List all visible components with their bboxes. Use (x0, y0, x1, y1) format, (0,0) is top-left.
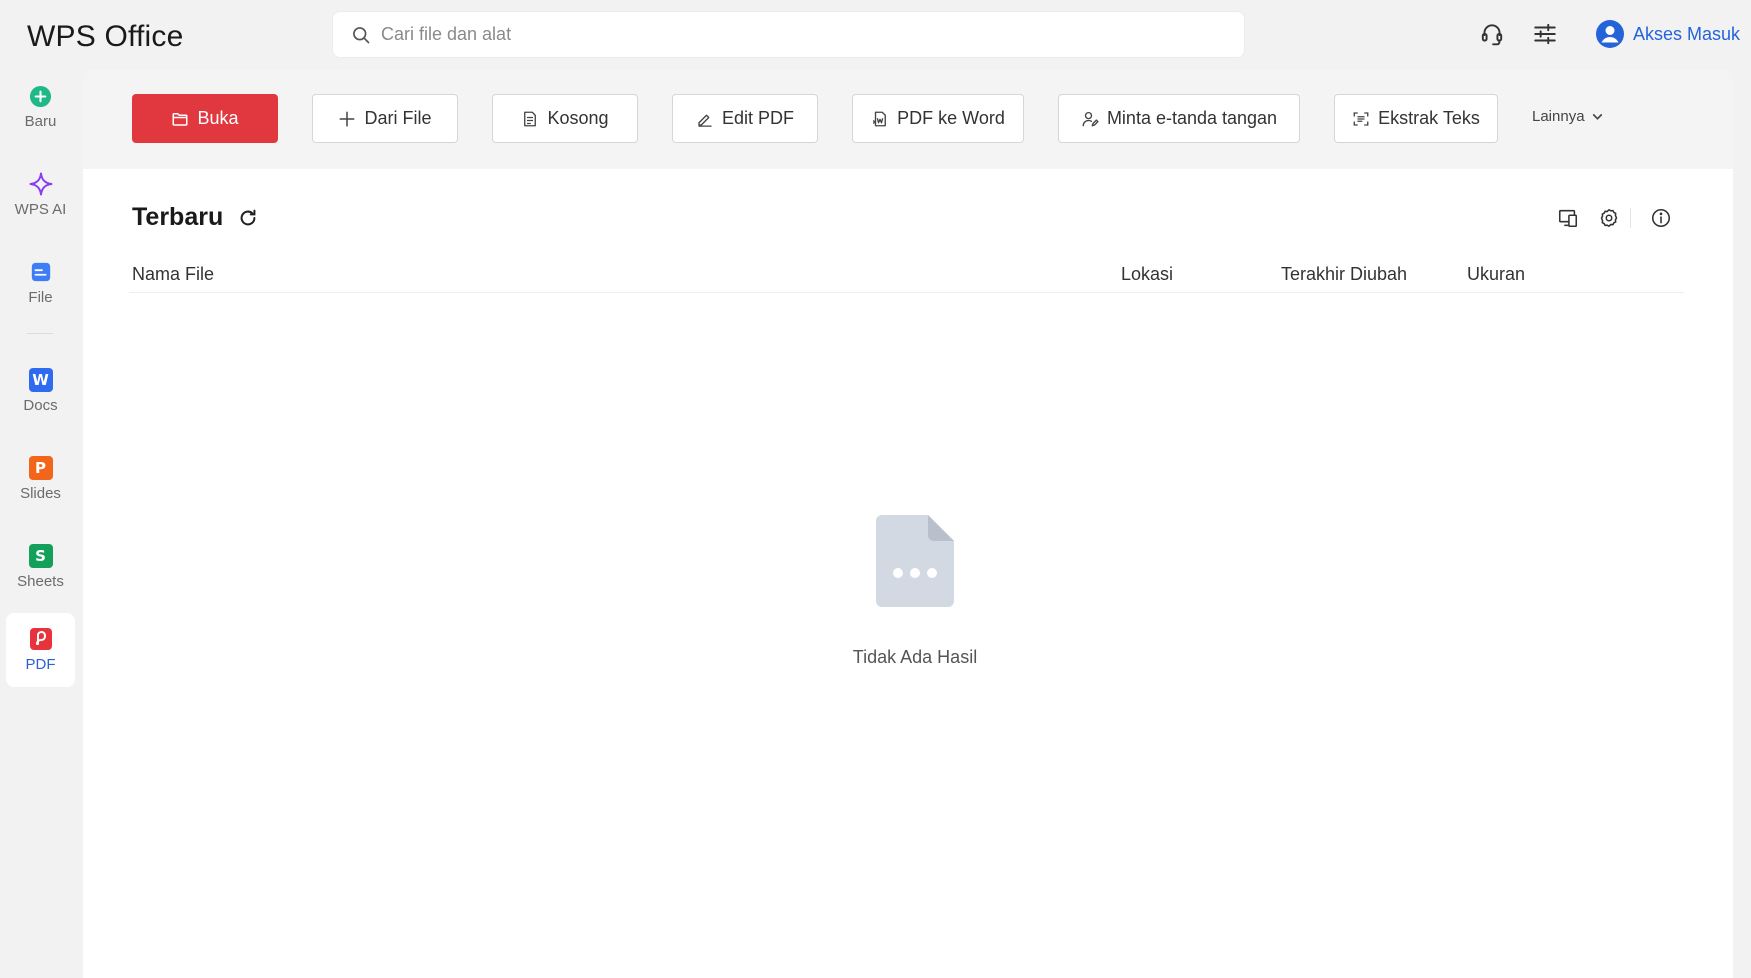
devices-icon (1558, 209, 1578, 228)
sheets-app-icon: S (28, 544, 53, 568)
main-panel: Buka Dari File Kosong Edit PDF PDF ke Wo… (83, 70, 1733, 978)
headset-icon (1481, 24, 1503, 46)
login-label: Akses Masuk (1633, 23, 1741, 44)
pdf-to-word-button-label: PDF ke Word (897, 108, 1005, 128)
gear-icon (1600, 208, 1618, 228)
more-dropdown[interactable]: Lainnya (1532, 108, 1604, 125)
sliders-icon (1534, 23, 1556, 45)
search-icon (353, 26, 370, 43)
text-scan-icon (1353, 111, 1369, 126)
refresh-icon[interactable] (237, 207, 259, 229)
blank-button-label: Kosong (547, 108, 609, 128)
docs-app-icon: W (28, 368, 53, 392)
file-folder-icon (29, 260, 53, 284)
search-input[interactable] (381, 24, 1244, 45)
pdf-to-word-button[interactable]: PDF ke Word (852, 94, 1024, 143)
request-esign-button-label: Minta e-tanda tangan (1106, 108, 1278, 128)
info-icon (1651, 208, 1671, 228)
sidebar-item-label: WPS AI (14, 201, 67, 218)
empty-file-icon (876, 515, 954, 607)
login-button[interactable]: Akses Masuk (1595, 18, 1740, 50)
sparkle-icon (29, 172, 53, 196)
from-file-button-label: Dari File (364, 108, 432, 128)
quick-action-toolbar: Buka Dari File Kosong Edit PDF PDF ke Wo… (83, 70, 1733, 169)
sidebar-item-label: File (28, 289, 53, 306)
chevron-down-icon (1592, 114, 1602, 120)
sidebar-item-slides[interactable]: P Slides (6, 442, 75, 516)
user-sign-icon (1082, 111, 1099, 126)
from-file-button[interactable]: Dari File (312, 94, 458, 143)
more-label: Lainnya (1532, 108, 1585, 125)
column-header-location[interactable]: Lokasi (1121, 264, 1173, 285)
pencil-icon (698, 114, 712, 127)
blank-button[interactable]: Kosong (492, 94, 638, 143)
wps-office-window: WPS Office Akses Masuk Baru WPS AI (0, 0, 1751, 978)
pdf-app-icon (29, 627, 53, 651)
open-button[interactable]: Buka (132, 94, 278, 143)
sidebar-item-label: Docs (23, 397, 58, 414)
edit-pdf-button-label: Edit PDF (721, 108, 795, 128)
folder-icon (172, 112, 188, 126)
slides-app-icon: P (28, 456, 53, 480)
column-header-size[interactable]: Ukuran (1467, 264, 1525, 285)
plus-icon (339, 111, 355, 126)
search-bar[interactable] (332, 11, 1245, 58)
column-header-name[interactable]: Nama File (132, 264, 214, 285)
customer-support-button[interactable] (1478, 20, 1506, 48)
file-table-header: Nama File Lokasi Terakhir Diubah Ukuran (129, 253, 1684, 293)
document-icon (524, 111, 537, 126)
sidebar-item-new[interactable]: Baru (6, 70, 75, 144)
settings-sliders-button[interactable] (1531, 20, 1559, 48)
app-logo: WPS Office (27, 20, 184, 53)
sidebar-divider (27, 333, 53, 334)
extract-text-button-label: Ekstrak Teks (1378, 108, 1480, 128)
info-button[interactable] (1649, 206, 1673, 230)
edit-pdf-button[interactable]: Edit PDF (672, 94, 818, 143)
request-esign-button[interactable]: Minta e-tanda tangan (1058, 94, 1300, 143)
pdf-to-word-icon (872, 111, 887, 126)
extract-text-button[interactable]: Ekstrak Teks (1334, 94, 1498, 143)
empty-state: Tidak Ada Hasil (790, 515, 1040, 668)
column-header-modified[interactable]: Terakhir Diubah (1281, 264, 1407, 285)
sidebar-item-label: PDF (25, 656, 56, 673)
empty-state-text: Tidak Ada Hasil (852, 647, 978, 667)
settings-button[interactable] (1597, 206, 1621, 230)
header-divider (1630, 208, 1631, 228)
recent-header: Terbaru (132, 203, 259, 232)
sidebar-item-label: Slides (20, 485, 61, 502)
plus-circle-icon (29, 84, 53, 108)
sidebar-item-pdf[interactable]: PDF (6, 613, 75, 687)
sidebar-item-file[interactable]: File (6, 246, 75, 320)
open-button-label: Buka (197, 108, 239, 128)
sidebar-item-docs[interactable]: W Docs (6, 354, 75, 428)
sidebar-item-label: Baru (24, 113, 57, 130)
recent-title: Terbaru (132, 203, 224, 231)
multi-device-button[interactable] (1556, 206, 1580, 230)
sidebar-item-label: Sheets (17, 573, 64, 590)
user-avatar-icon (1596, 20, 1624, 48)
sidebar-item-wps-ai[interactable]: WPS AI (6, 158, 75, 232)
sidebar-item-sheets[interactable]: S Sheets (6, 530, 75, 604)
